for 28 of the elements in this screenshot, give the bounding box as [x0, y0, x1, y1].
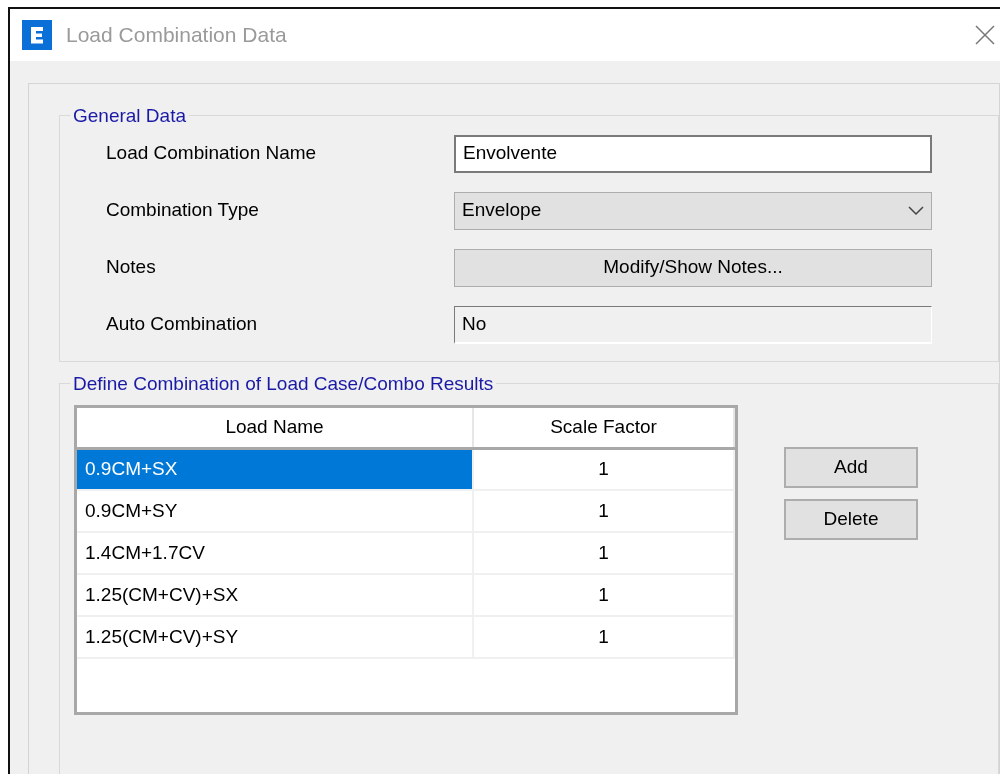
notes-button[interactable]: Modify/Show Notes... [454, 248, 932, 287]
table-cell[interactable]: 1.25(CM+CV)+SX [77, 574, 473, 616]
table-cell: 1 [473, 490, 734, 532]
window-title: Load Combination Data [66, 22, 288, 49]
field-label: Auto Combination [106, 312, 259, 337]
name-field[interactable]: Envolvente [454, 134, 932, 173]
table-cell[interactable]: 1.4CM+1.7CV [77, 532, 473, 574]
chevron-icon [908, 205, 924, 216]
combination-type-dropdown[interactable]: Envelope [454, 191, 932, 230]
field-label: Combination Type [106, 198, 260, 223]
add-button[interactable]: Add [784, 447, 918, 488]
table-cell: 1 [473, 616, 734, 658]
table-cell: 1 [473, 532, 734, 574]
close-icon[interactable] [974, 24, 996, 46]
group-title: Define Combination of Load Case/Combo Results [72, 374, 495, 393]
group-title: General Data [72, 106, 187, 125]
field-label: Notes [106, 255, 157, 280]
table-cell[interactable]: 0.9CM+SX [77, 448, 473, 490]
table-cell[interactable]: 0.9CM+SY [77, 490, 473, 532]
delete-button[interactable]: Delete [784, 499, 918, 540]
app-icon [22, 20, 52, 50]
column-header: Scale Factor [473, 408, 734, 448]
table-cell: 1 [473, 574, 734, 616]
field-label: Load Combination Name [106, 141, 318, 166]
table-cell: 1 [473, 448, 734, 490]
table-cell[interactable]: 1.25(CM+CV)+SY [77, 616, 473, 658]
read-only-field: No [454, 305, 932, 344]
column-header: Load Name [77, 408, 473, 448]
